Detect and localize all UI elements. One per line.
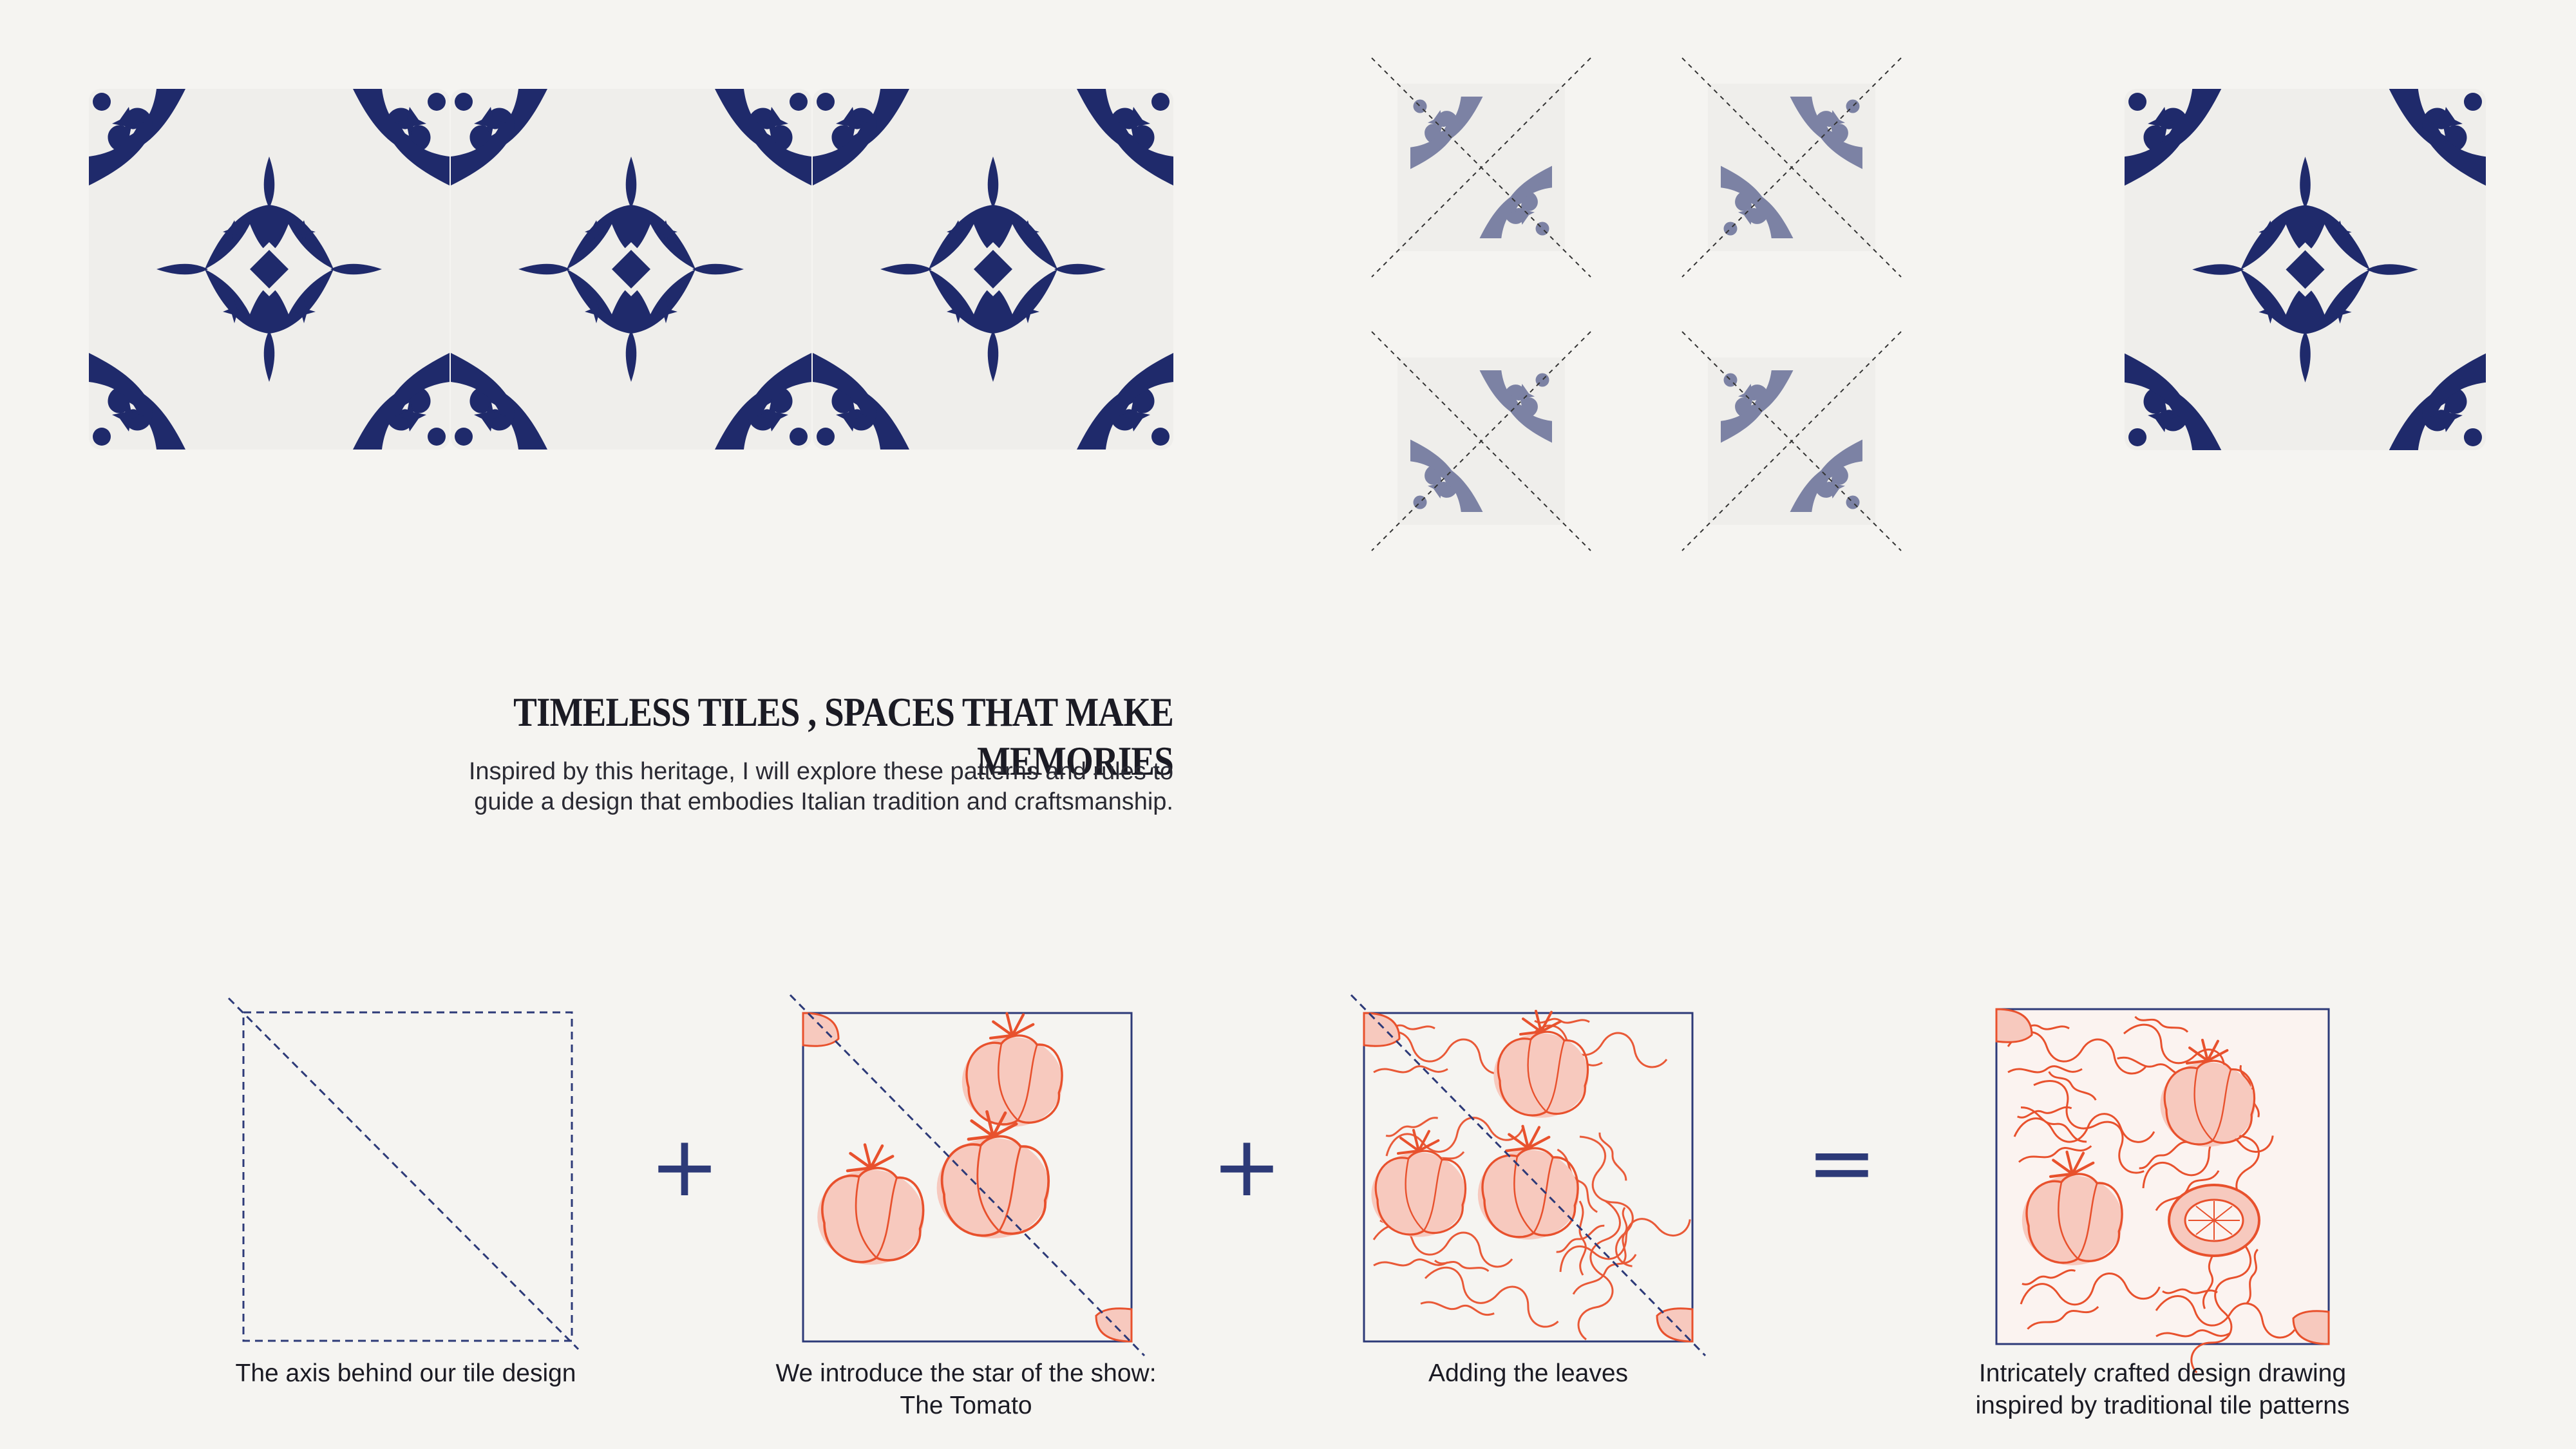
axis-diagram	[225, 997, 586, 1352]
plus-operator-1: +	[649, 1117, 720, 1215]
step-caption-final: Intricately crafted design drawing inspi…	[1975, 1359, 2350, 1419]
leaves-diagram	[1348, 994, 1709, 1357]
quadrant-tile-bottom-left	[1385, 345, 1578, 538]
majolica-tile-2	[451, 89, 811, 450]
tomato-diagram	[787, 994, 1148, 1357]
majolica-tile-strip	[89, 89, 1173, 450]
page-description: Inspired by this heritage, I will explor…	[468, 758, 1173, 815]
step-caption-tomato: We introduce the star of the show: The T…	[775, 1359, 1157, 1419]
quadrant-tile-top-right	[1695, 71, 1888, 264]
step-caption-axis: The axis behind our tile design	[235, 1359, 576, 1387]
equals-operator: =	[1806, 1113, 1877, 1211]
final-tile-diagram	[1995, 1008, 2330, 1381]
plus-operator-2: +	[1211, 1117, 1282, 1215]
majolica-tile-1	[89, 89, 450, 450]
step-caption-leaves: Adding the leaves	[1428, 1359, 1629, 1387]
majolica-tile-single	[2124, 89, 2486, 450]
quadrant-tile-top-left	[1385, 71, 1578, 264]
quadrant-tile-bottom-right	[1695, 345, 1888, 538]
majolica-tile-3	[813, 89, 1173, 450]
